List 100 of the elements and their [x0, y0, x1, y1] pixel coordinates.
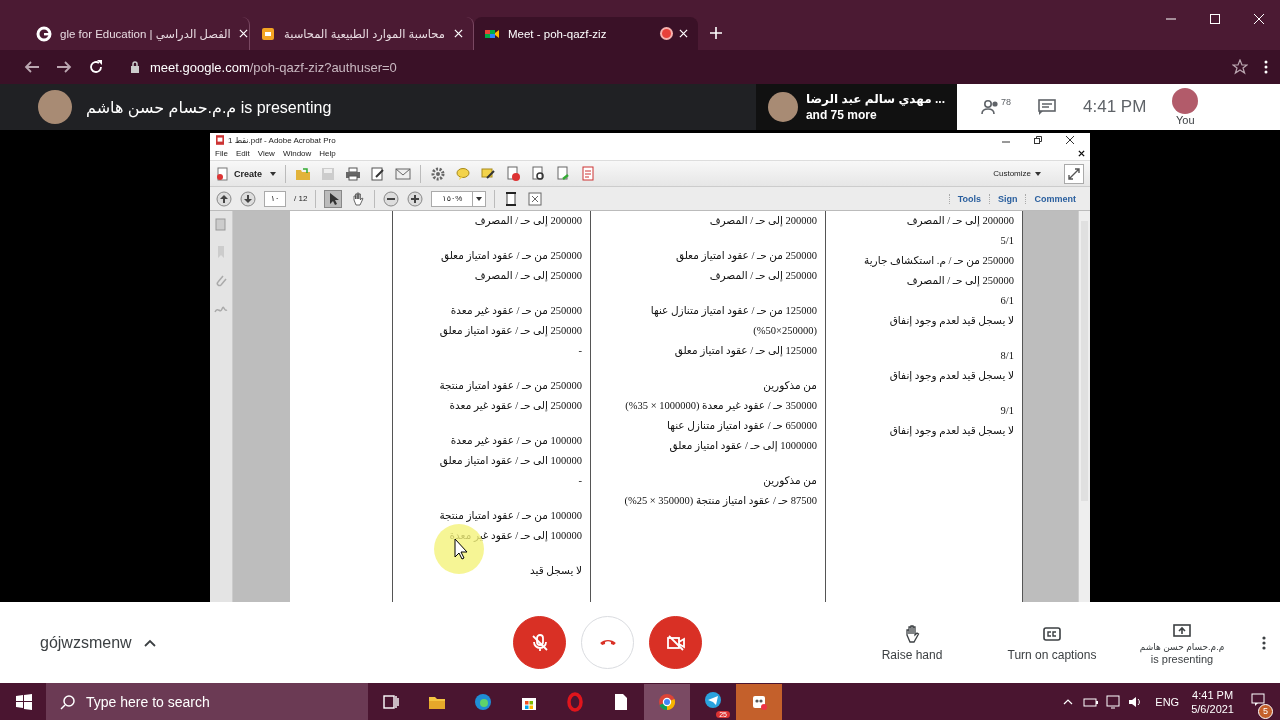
journal-entry-line: 250000 إلى حـ / عقود غير معدة [448, 399, 582, 414]
export-icon[interactable] [555, 165, 571, 182]
presenter-label: م.م.حسام حسن هاشم is presenting [86, 97, 332, 117]
microphone-icon [529, 632, 550, 653]
print-icon[interactable] [345, 165, 361, 182]
close-icon[interactable] [1066, 136, 1074, 144]
forward-icon[interactable] [56, 59, 72, 75]
journal-entry-line: 650000 حـ / عقود امتياز متنازل عنها [666, 419, 817, 434]
taskbar-clock[interactable]: 4:41 PM 5/6/2021 [1191, 687, 1234, 716]
avatar [767, 92, 798, 122]
journal-entry-line: 200000 إلى حـ / المصرف [905, 214, 1014, 229]
microphone-off-button[interactable] [513, 616, 566, 669]
scrollbar[interactable] [1078, 211, 1090, 602]
zoom-out-icon[interactable] [383, 190, 400, 207]
form-icon[interactable] [580, 165, 596, 182]
journal-entry-line: 5/1 [999, 234, 1014, 248]
video-call-icon[interactable] [736, 683, 782, 720]
menu-item[interactable]: Help [319, 149, 336, 158]
menu-item[interactable]: View [257, 149, 275, 158]
chrome-icon[interactable] [644, 683, 690, 720]
edit-icon[interactable] [370, 165, 386, 182]
expand-icon[interactable] [1064, 163, 1084, 184]
panel-tab[interactable]: Sign [989, 193, 1026, 204]
mail-icon[interactable] [395, 165, 411, 182]
back-icon[interactable] [24, 59, 40, 75]
page-count: / 12 [294, 194, 308, 203]
journal-entry-line: من مذكورين [762, 379, 817, 394]
journal-entry-line: لا يسجل قيد [529, 564, 582, 578]
participant-count: and 75 more [805, 107, 878, 123]
tab-title: محاسبة الموارد الطبيعية المحاسبة [284, 26, 446, 41]
chevron-up-icon [143, 638, 156, 647]
zoom-in-icon[interactable] [407, 190, 424, 207]
journal-entry-line: (%50×250000) [752, 324, 817, 338]
reload-icon[interactable] [88, 59, 104, 75]
create-button[interactable]: Create [216, 166, 276, 181]
journal-entry-line: - [577, 344, 582, 358]
more-options-icon[interactable] [1262, 634, 1266, 651]
caret-icon [1035, 171, 1041, 176]
journal-entry-line: 250000 إلى حـ / المصرف [473, 269, 582, 284]
hand-icon[interactable] [350, 190, 367, 207]
journal-entry-line: 250000 من حـ / م. استكشاف جارية [863, 254, 1014, 269]
document-search-icon[interactable] [530, 165, 546, 182]
journal-entry-line: 125000 إلى حـ / عقود امتياز معلق [673, 344, 817, 359]
new-tab-icon[interactable] [710, 27, 722, 39]
full-screen-icon[interactable] [527, 190, 544, 207]
menu-item[interactable]: Edit [235, 149, 250, 158]
menu-item[interactable]: File [215, 149, 228, 158]
journal-entry-line: 250000 إلى حـ / المصرف [708, 269, 817, 284]
people-button[interactable]: 78 [981, 97, 1011, 117]
journal-entry-line: لا يسجل قيد لعدم وجود إنفاق [888, 314, 1014, 329]
chat-icon[interactable] [1037, 97, 1057, 117]
meeting-details-button[interactable]: gójwzsmenw [40, 633, 480, 652]
journal-entry-line: 1000000 إلى حـ / عقود امتياز معلق [668, 439, 817, 454]
window-title: نقط 1.pdf - Adobe Acrobat Pro [228, 135, 336, 145]
caret-icon [270, 171, 276, 176]
caret-icon [476, 196, 483, 201]
search-icon [60, 693, 76, 710]
notification-icon[interactable] [1250, 691, 1266, 708]
camera-off-button[interactable] [649, 616, 702, 669]
zoom-dropdown[interactable]: ١٥٠% [431, 190, 487, 207]
journal-entry-line: 350000 حـ / عقود غير معدة (1000000 × 35%) [624, 399, 817, 414]
menu-item[interactable]: Window [282, 149, 312, 158]
customize-dropdown[interactable]: Customize [993, 169, 1041, 178]
delete-document-icon[interactable] [505, 165, 521, 182]
raise-hand-button[interactable]: Raise hand [842, 622, 982, 663]
close-icon[interactable] [1078, 150, 1085, 157]
star-icon[interactable] [1232, 59, 1248, 75]
browser-tab[interactable]: Meet - poh-qazf-ziz [474, 17, 698, 50]
captions-button[interactable]: Turn on captions [982, 622, 1122, 663]
windows-logo-icon[interactable] [16, 693, 32, 710]
gear-icon[interactable] [430, 165, 446, 182]
search-field[interactable]: Type here to search [46, 683, 368, 720]
journal-entry-line: - [577, 474, 582, 488]
journal-entry-line: 250000 إلى حـ / عقود امتياز معلق [438, 324, 582, 339]
journal-entry-line: 200000 إلى حـ / المصرف [473, 214, 582, 229]
panel-tab[interactable]: Tools [948, 193, 989, 204]
journal-entry-line: 6/1 [999, 294, 1014, 308]
more-icon[interactable] [1264, 59, 1268, 75]
slides-icon [260, 25, 276, 42]
google-g-icon [36, 25, 52, 42]
maximize-icon[interactable] [1210, 14, 1220, 24]
journal-entry-line: 100000 الى حـ / عقود امتياز معلق [438, 454, 582, 469]
camera-icon [665, 632, 686, 653]
network-icon[interactable] [1105, 693, 1122, 710]
journal-entry-line: 250000 من حـ / عقود امتياز معلق [674, 249, 817, 264]
journal-entry-line: 200000 إلى حـ / المصرف [708, 214, 817, 229]
lock-icon [130, 61, 140, 73]
journal-entry-line: 250000 من حـ / عقود غير معدة [449, 304, 582, 319]
cursor-icon[interactable] [324, 189, 343, 208]
phone-icon [599, 640, 616, 645]
avatar [1172, 88, 1199, 114]
journal-entry-line: 8/1 [999, 349, 1014, 363]
journal-entry-line: 100000 من حـ / عقود غير معدة [449, 434, 582, 449]
avatar [38, 90, 72, 124]
language-indicator[interactable]: ENG [1155, 695, 1180, 708]
chevron-up-icon[interactable] [1063, 698, 1074, 705]
page-number-field[interactable]: ١٠ [264, 190, 286, 207]
restore-icon[interactable] [1034, 136, 1042, 144]
comment-icon[interactable] [455, 165, 471, 182]
panel-tab[interactable]: Comment [1025, 193, 1084, 204]
